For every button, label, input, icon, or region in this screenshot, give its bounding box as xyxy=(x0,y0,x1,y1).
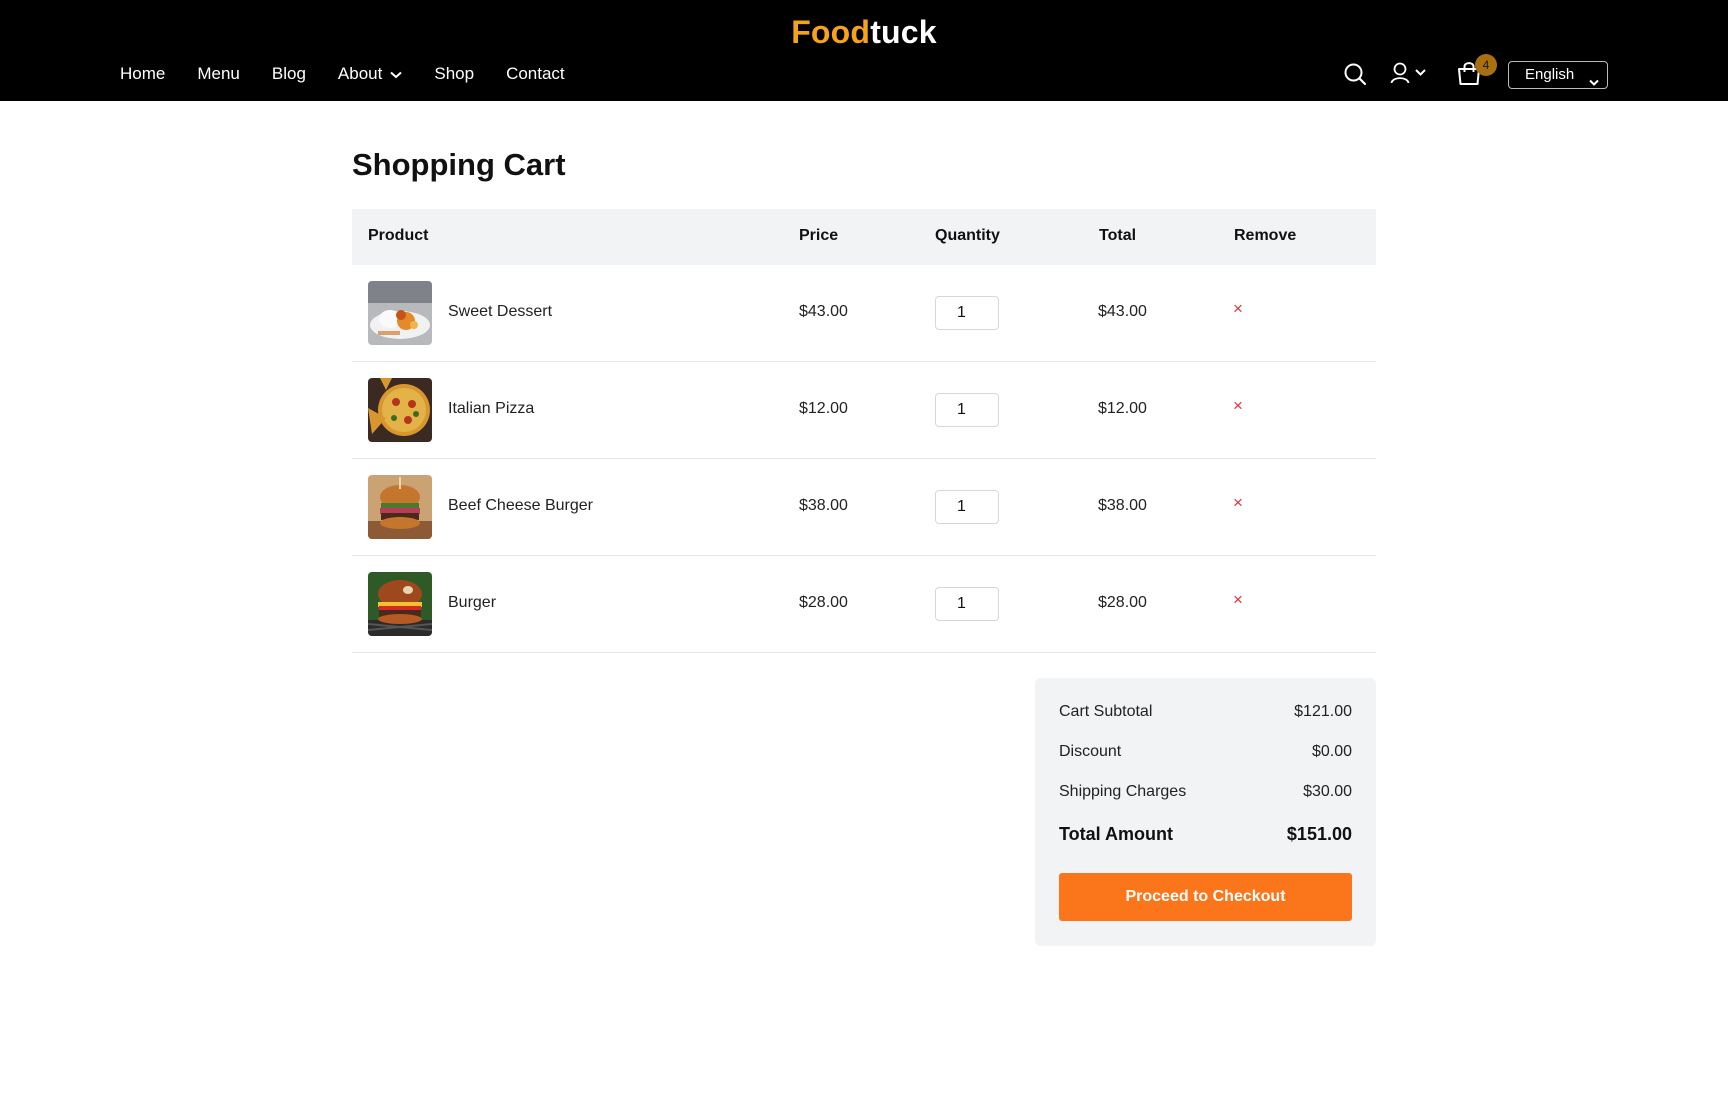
shipping-label: Shipping Charges xyxy=(1059,783,1187,800)
nav-blog[interactable]: Blog xyxy=(272,64,306,84)
shipping-value: $30.00 xyxy=(1303,783,1352,800)
user-icon[interactable] xyxy=(1390,62,1432,89)
proceed-to-checkout-button[interactable]: Proceed to Checkout xyxy=(1059,873,1352,921)
main-nav: Home Menu Blog About Shop Contact xyxy=(120,64,597,84)
nav-about-label: About xyxy=(337,64,383,83)
product-image xyxy=(368,475,432,539)
product-total: $38.00 xyxy=(1098,497,1147,514)
remove-item-button[interactable]: × xyxy=(1233,493,1243,513)
remove-item-button[interactable]: × xyxy=(1233,590,1243,610)
discount-value: $0.00 xyxy=(1311,743,1352,760)
total-label: Total Amount xyxy=(1059,824,1173,844)
nav-home[interactable]: Home xyxy=(120,64,165,84)
total-value: $151.00 xyxy=(1286,824,1352,844)
subtotal-row: Cart Subtotal $121.00 xyxy=(1059,703,1352,721)
shipping-row: Shipping Charges $30.00 xyxy=(1059,783,1352,801)
product-price: $38.00 xyxy=(799,497,848,514)
column-header-remove: Remove xyxy=(1234,227,1297,244)
column-header-total: Total xyxy=(1099,227,1137,244)
remove-item-button[interactable]: × xyxy=(1233,396,1243,416)
product-total: $28.00 xyxy=(1098,594,1147,611)
brand-logo-part2: tuck xyxy=(870,14,937,50)
product-name[interactable]: Sweet Dessert xyxy=(448,303,552,321)
brand-logo[interactable]: Foodtuck xyxy=(0,14,1728,51)
product-total: $43.00 xyxy=(1098,303,1147,320)
discount-row: Discount $0.00 xyxy=(1059,743,1352,761)
product-image xyxy=(368,281,432,345)
quantity-input[interactable]: 1 xyxy=(935,587,999,621)
nav-contact[interactable]: Contact xyxy=(506,64,565,84)
search-icon[interactable] xyxy=(1343,62,1367,91)
product-name[interactable]: Burger xyxy=(448,594,496,612)
product-name[interactable]: Italian Pizza xyxy=(448,400,534,418)
nav-shop[interactable]: Shop xyxy=(434,64,474,84)
column-header-price: Price xyxy=(799,227,839,244)
remove-item-button[interactable]: × xyxy=(1233,299,1243,319)
chevron-down-icon xyxy=(1589,70,1599,96)
quantity-input[interactable]: 1 xyxy=(935,490,999,524)
product-total: $12.00 xyxy=(1098,400,1147,417)
language-select-value: English xyxy=(1525,66,1575,83)
product-price: $43.00 xyxy=(799,303,848,320)
nav-about[interactable]: About xyxy=(337,64,403,84)
table-row: Italian Pizza $12.00 1 $12.00 × xyxy=(352,362,1376,459)
cart-table-header: Product Price Quantity Total Remove xyxy=(352,209,1376,265)
product-price: $28.00 xyxy=(799,594,848,611)
product-image xyxy=(368,572,432,636)
column-header-quantity: Quantity xyxy=(935,227,1000,244)
product-image xyxy=(368,378,432,442)
discount-label: Discount xyxy=(1059,743,1122,760)
table-row: Beef Cheese Burger $38.00 1 $38.00 × xyxy=(352,459,1376,556)
quantity-input[interactable]: 1 xyxy=(935,296,999,330)
page-title: Shopping Cart xyxy=(352,147,566,182)
header-tools: 4 English xyxy=(1340,54,1610,92)
table-row: Burger $28.00 1 $28.00 × xyxy=(352,556,1376,653)
product-name[interactable]: Beef Cheese Burger xyxy=(448,497,593,515)
total-row: Total Amount $151.00 xyxy=(1059,824,1352,845)
column-header-product: Product xyxy=(368,227,429,244)
quantity-input[interactable]: 1 xyxy=(935,393,999,427)
subtotal-value: $121.00 xyxy=(1294,703,1352,720)
top-navbar: Foodtuck Home Menu Blog About Shop Conta… xyxy=(0,0,1728,101)
language-select[interactable]: English xyxy=(1508,61,1608,89)
subtotal-label: Cart Subtotal xyxy=(1059,703,1153,720)
product-price: $12.00 xyxy=(799,400,848,417)
nav-menu[interactable]: Menu xyxy=(197,64,240,84)
chevron-down-icon xyxy=(390,64,403,84)
brand-logo-part1: Food xyxy=(791,14,871,50)
cart-count-badge: 4 xyxy=(1475,54,1497,76)
table-row: Sweet Dessert $43.00 1 $43.00 × xyxy=(352,265,1376,362)
cart-summary: Cart Subtotal $121.00 Discount $0.00 Shi… xyxy=(1035,678,1376,946)
